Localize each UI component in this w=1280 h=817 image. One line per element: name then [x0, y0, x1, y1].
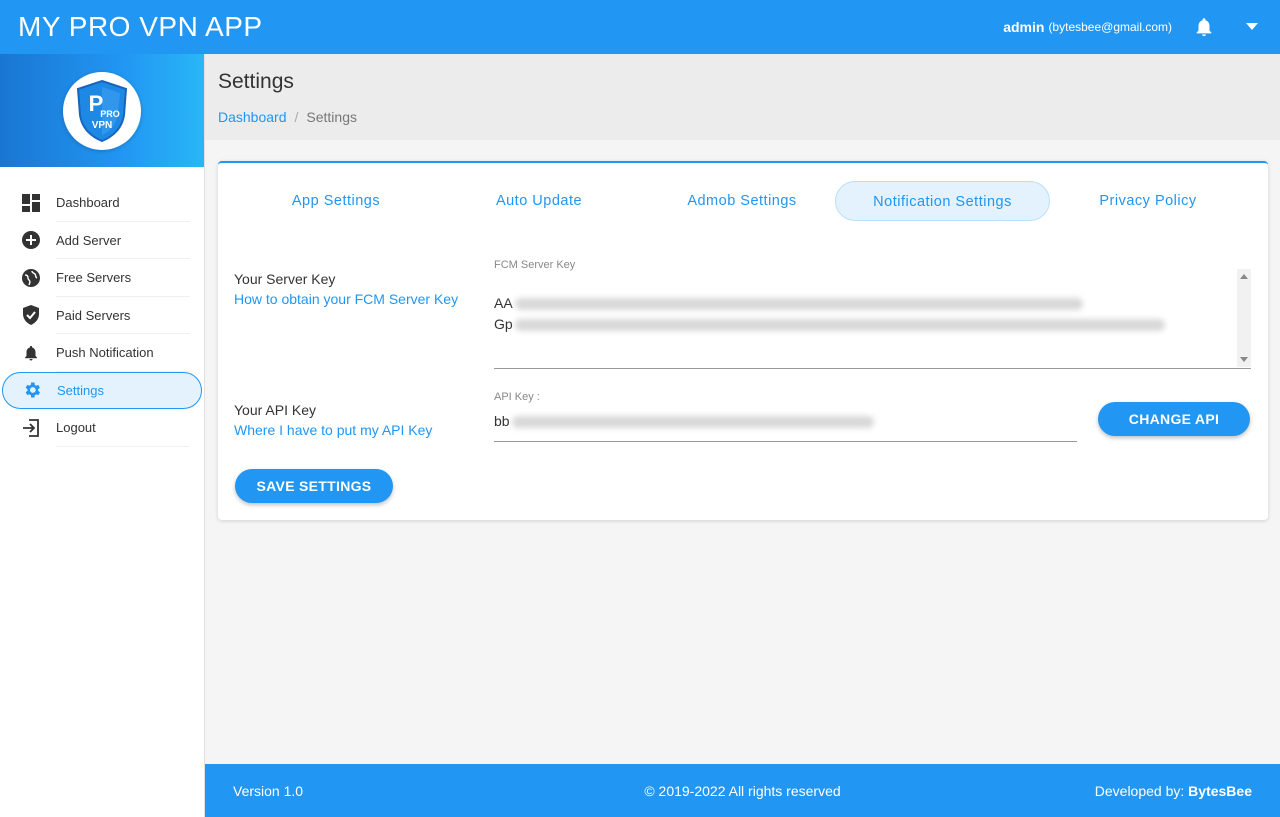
- api-key-input[interactable]: bb: [494, 409, 1077, 442]
- fcm-server-key-help-link[interactable]: How to obtain your FCM Server Key: [234, 291, 458, 307]
- server-key-label: Your Server Key: [234, 271, 336, 287]
- sidebar-item-logout[interactable]: Logout: [2, 409, 202, 447]
- footer: Version 1.0 © 2019-2022 All rights reser…: [205, 764, 1280, 817]
- sidebar-item-dashboard[interactable]: Dashboard: [2, 184, 202, 222]
- settings-tabs: App Settings Auto Update Admob Settings …: [218, 181, 1268, 221]
- sidebar-item-label: Free Servers: [56, 270, 132, 286]
- tab-admob-settings[interactable]: Admob Settings: [664, 181, 820, 221]
- tab-notification-settings[interactable]: Notification Settings: [835, 181, 1050, 221]
- fcm-key-line-1-prefix: AA: [494, 295, 513, 311]
- change-api-button[interactable]: CHANGE API: [1098, 402, 1250, 436]
- textarea-scrollbar[interactable]: [1237, 269, 1251, 367]
- server-key-label-group: Your Server Key How to obtain your FCM S…: [234, 271, 458, 307]
- redacted-text: [511, 416, 874, 429]
- shield-check-icon: [20, 304, 42, 326]
- sidebar-item-label: Dashboard: [56, 195, 120, 211]
- fcm-key-line-2: Gp: [494, 314, 1251, 335]
- top-bar: MY PRO VPN APP admin (bytesbee@gmail.com…: [0, 0, 1280, 54]
- footer-developer: Developed by: BytesBee: [1095, 783, 1252, 799]
- sidebar-item-add-server[interactable]: Add Server: [2, 222, 202, 260]
- bell-icon: [20, 342, 42, 364]
- add-circle-icon: [20, 229, 42, 251]
- user-email: (bytesbee@gmail.com): [1048, 20, 1172, 34]
- fcm-key-line-1: AA: [494, 293, 1251, 314]
- logo-area: P PRO VPN: [0, 54, 204, 167]
- api-key-help-link[interactable]: Where I have to put my API Key: [234, 422, 432, 438]
- sidebar-item-paid-servers[interactable]: Paid Servers: [2, 297, 202, 335]
- logout-icon: [20, 417, 42, 439]
- api-key-caption: API Key :: [494, 391, 540, 403]
- breadcrumb-dashboard-link[interactable]: Dashboard: [218, 109, 287, 125]
- sidebar-nav: Dashboard Add Server Free Servers Paid S…: [0, 167, 204, 447]
- sidebar-item-label: Settings: [57, 382, 104, 398]
- api-key-label-group: Your API Key Where I have to put my API …: [234, 402, 432, 438]
- page-header: Settings Dashboard / Settings: [205, 54, 1280, 140]
- redacted-text: [514, 298, 1083, 311]
- scroll-down-icon[interactable]: [1240, 357, 1248, 362]
- redacted-text: [514, 319, 1165, 332]
- sidebar: P PRO VPN Dashboard Add Server Free Serv…: [0, 54, 205, 817]
- sidebar-item-label: Logout: [56, 420, 96, 436]
- sidebar-item-label: Paid Servers: [56, 307, 131, 323]
- sidebar-item-settings[interactable]: Settings: [2, 371, 202, 409]
- footer-developed-by-label: Developed by:: [1094, 782, 1185, 799]
- user-area: admin (bytesbee@gmail.com): [1003, 15, 1280, 39]
- dashboard-icon: [20, 192, 42, 214]
- api-key-label: Your API Key: [234, 402, 316, 418]
- fcm-key-line-2-prefix: Gp: [494, 316, 513, 332]
- sidebar-item-label: Push Notification: [56, 345, 154, 361]
- tab-auto-update[interactable]: Auto Update: [461, 181, 617, 221]
- page-title: Settings: [218, 70, 294, 93]
- breadcrumb-current: Settings: [306, 109, 357, 125]
- breadcrumb-separator: /: [294, 109, 299, 125]
- svg-text:PRO: PRO: [100, 109, 120, 119]
- tab-privacy-policy[interactable]: Privacy Policy: [1070, 181, 1226, 221]
- fcm-server-key-textarea[interactable]: AA Gp: [494, 269, 1251, 369]
- bell-icon[interactable]: [1192, 15, 1216, 39]
- tab-app-settings[interactable]: App Settings: [258, 181, 414, 221]
- gear-icon: [21, 379, 43, 401]
- sidebar-item-free-servers[interactable]: Free Servers: [2, 259, 202, 297]
- svg-text:VPN: VPN: [92, 120, 113, 131]
- settings-card: App Settings Auto Update Admob Settings …: [218, 161, 1268, 520]
- app-title: MY PRO VPN APP: [18, 11, 263, 42]
- chevron-down-icon[interactable]: [1246, 21, 1258, 33]
- save-settings-button[interactable]: SAVE SETTINGS: [235, 469, 393, 503]
- vpn-shield-logo-icon: P PRO VPN: [76, 79, 128, 142]
- breadcrumb: Dashboard / Settings: [218, 109, 357, 125]
- user-name[interactable]: admin: [1003, 19, 1044, 35]
- sidebar-item-push-notification[interactable]: Push Notification: [2, 334, 202, 372]
- app-logo: P PRO VPN: [63, 71, 141, 150]
- scroll-up-icon[interactable]: [1240, 274, 1248, 279]
- api-key-value-prefix: bb: [494, 413, 510, 429]
- sidebar-item-label: Add Server: [56, 232, 122, 248]
- footer-developer-name: BytesBee: [1188, 782, 1252, 799]
- globe-icon: [20, 267, 42, 289]
